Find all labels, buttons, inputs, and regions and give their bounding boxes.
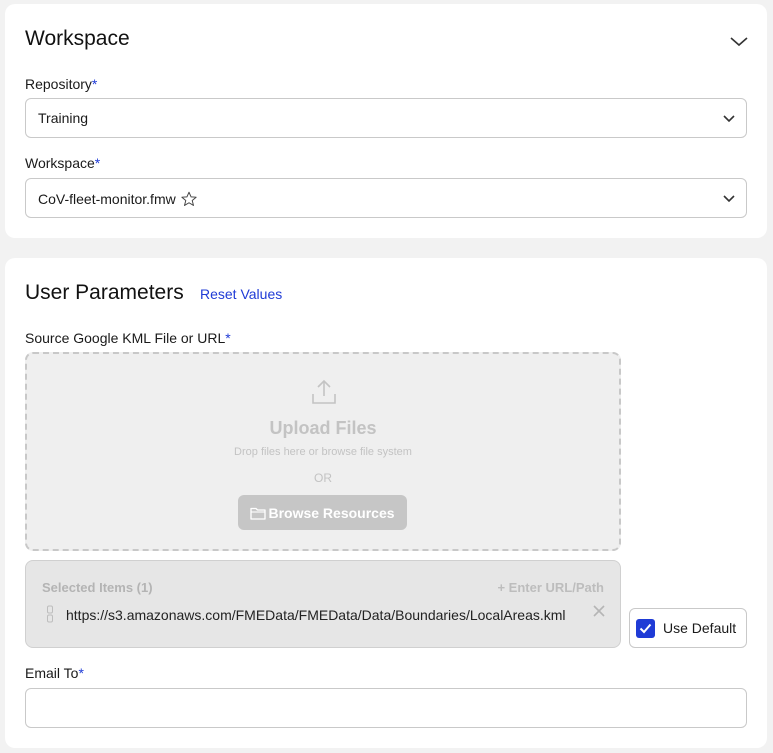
reset-values-link[interactable]: Reset Values [200,286,282,302]
chevron-down-icon[interactable] [729,34,749,48]
email-to-label-text: Email To [25,665,79,681]
use-default-checkbox[interactable] [636,618,655,638]
email-to-label: Email To* [25,665,84,681]
upload-icon [312,379,336,404]
required-marker: * [225,330,231,346]
repository-label-text: Repository [25,76,92,92]
required-marker: * [78,665,84,681]
drag-handle-icon[interactable] [46,605,54,623]
upload-hint: Drop files here or browse file system [234,446,412,458]
checkmark-icon [639,623,652,633]
repository-select[interactable]: Training [25,98,747,138]
selected-items-panel: Selected Items (1) + Enter URL/Path http… [25,560,621,648]
required-marker: * [94,155,101,171]
chevron-down-icon [723,115,735,123]
workspace-section-title: Workspace [25,27,130,50]
workspace-select[interactable]: CoV-fleet-monitor.fmw [25,178,747,218]
browse-resources-button[interactable]: Browse Resources [238,495,407,530]
use-default-toggle[interactable]: Use Default [629,608,747,648]
file-dropzone[interactable]: Upload Files Drop files here or browse f… [25,352,621,551]
chevron-down-icon [723,195,735,203]
workspace-label-text: Workspace [25,155,95,171]
user-parameters-title: User Parameters [25,281,184,304]
workspace-label: Workspace* [25,155,100,171]
repository-value: Training [38,110,89,126]
source-kml-label-text: Source Google KML File or URL [25,330,226,346]
upload-files-title: Upload Files [269,418,377,438]
selected-file-url: https://s3.amazonaws.com/FMEData/FMEData… [66,607,566,623]
repository-label: Repository* [25,76,97,92]
required-marker: * [91,76,98,92]
folder-icon [250,507,267,520]
enter-url-path-button[interactable]: + Enter URL/Path [497,580,604,595]
email-to-input[interactable] [25,688,747,728]
browse-resources-label: Browse Resources [268,504,395,521]
source-kml-label: Source Google KML File or URL* [25,330,231,346]
star-outline-icon[interactable] [180,190,198,208]
user-parameters-panel: User Parameters Reset Values Source Goog… [5,258,767,748]
or-divider: OR [314,471,332,485]
workspace-panel: Workspace Repository* Training Workspace… [5,4,767,238]
use-default-label: Use Default [663,620,737,636]
selected-items-count: Selected Items (1) [42,580,153,595]
close-icon[interactable] [592,604,606,618]
workspace-value: CoV-fleet-monitor.fmw [38,191,176,207]
